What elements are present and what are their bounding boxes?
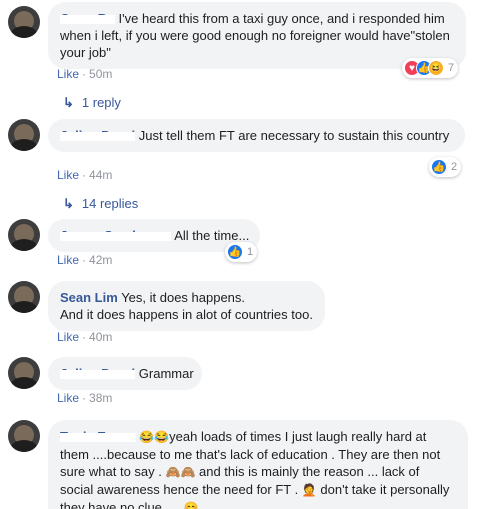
reaction-count: 2 (451, 161, 458, 173)
view-replies-link[interactable]: ↳ 1 reply (63, 95, 121, 111)
separator: · (82, 253, 87, 267)
timestamp[interactable]: 42m (89, 253, 112, 267)
commenter-name[interactable]: Sean Lim (60, 290, 118, 305)
commenter-name[interactable]: Julius Passi (60, 128, 135, 143)
like-link[interactable]: Like (57, 253, 79, 267)
reply-count: 1 reply (81, 95, 121, 110)
comment-bubble: Tonia Evans 😂😂yeah loads of times I just… (48, 420, 468, 509)
reaction-summary[interactable]: 👍 2 (429, 157, 462, 177)
comment-text: I've heard this from a taxi guy once, an… (60, 11, 450, 60)
redaction-bar (60, 433, 136, 442)
smile-emoji-icon: 😊 (183, 501, 199, 509)
commenter-name[interactable]: Tonia Evans (60, 429, 136, 444)
tears-of-joy-emoji-icon: 😂😂 (139, 430, 170, 444)
avatar[interactable] (8, 6, 40, 38)
avatar[interactable] (8, 219, 40, 251)
like-reaction-icon: 👍 (227, 244, 243, 260)
redaction-bar (60, 132, 135, 141)
redaction-bar (60, 370, 135, 379)
avatar[interactable] (8, 119, 40, 151)
timestamp[interactable]: 44m (89, 168, 112, 182)
separator: · (82, 168, 87, 182)
reaction-summary[interactable]: 👍 1 (225, 242, 258, 262)
like-reaction-icon: 👍 (431, 159, 447, 175)
like-link[interactable]: Like (57, 391, 79, 405)
reaction-count: 1 (247, 246, 254, 258)
like-link[interactable]: Like (57, 168, 79, 182)
commenter-name[interactable]: James Sanderson (60, 228, 171, 243)
comment-actions: Like · 40m (57, 330, 112, 344)
like-link[interactable]: Like (57, 67, 79, 81)
avatar[interactable] (8, 420, 40, 452)
redaction-bar (60, 232, 171, 241)
comment-text-line-1: Yes, it does happens. (121, 290, 246, 305)
comment-actions: Like · 38m (57, 391, 112, 405)
timestamp[interactable]: 38m (89, 391, 112, 405)
commenter-name[interactable]: Julius Passi (60, 366, 135, 381)
comment-text: Just tell them FT are necessary to susta… (138, 128, 450, 143)
redaction-bar (60, 15, 115, 24)
timestamp[interactable]: 40m (89, 330, 112, 344)
separator: · (82, 330, 87, 344)
comment-actions: Like · 42m (57, 253, 112, 267)
see-no-evil-emoji-icon: 🙈🙈 (165, 465, 196, 479)
comment-actions: Like · 44m (57, 168, 112, 182)
haha-reaction-icon: 😆 (428, 60, 444, 76)
reply-arrow-icon: ↳ (63, 95, 74, 110)
comment-bubble: Omar Bo I've heard this from a taxi guy … (48, 2, 466, 69)
reaction-summary[interactable]: ♥ 👍 😆 7 (402, 58, 459, 78)
separator: · (82, 67, 87, 81)
comment-actions: Like · 50m (57, 67, 112, 81)
reaction-count: 7 (448, 62, 455, 74)
avatar[interactable] (8, 357, 40, 389)
facepalm-emoji-icon: 🤦 (301, 483, 317, 497)
comment-bubble: Julius Passi Just tell them FT are neces… (48, 119, 465, 152)
view-replies-link[interactable]: ↳ 14 replies (63, 196, 138, 212)
commenter-name[interactable]: Omar Bo (60, 11, 115, 26)
separator: · (82, 391, 87, 405)
reply-arrow-icon: ↳ (63, 196, 74, 211)
comment-text-line-2: And it does happens in alot of countries… (60, 307, 313, 322)
comment-bubble: Julius Passi Grammar (48, 357, 202, 390)
avatar[interactable] (8, 281, 40, 313)
timestamp[interactable]: 50m (89, 67, 112, 81)
reply-count: 14 replies (81, 196, 139, 211)
comment-text: Grammar (138, 366, 194, 381)
comment-text: All the time... (174, 228, 250, 243)
comment-bubble: Sean Lim Yes, it does happens. And it do… (48, 281, 325, 331)
like-link[interactable]: Like (57, 330, 79, 344)
